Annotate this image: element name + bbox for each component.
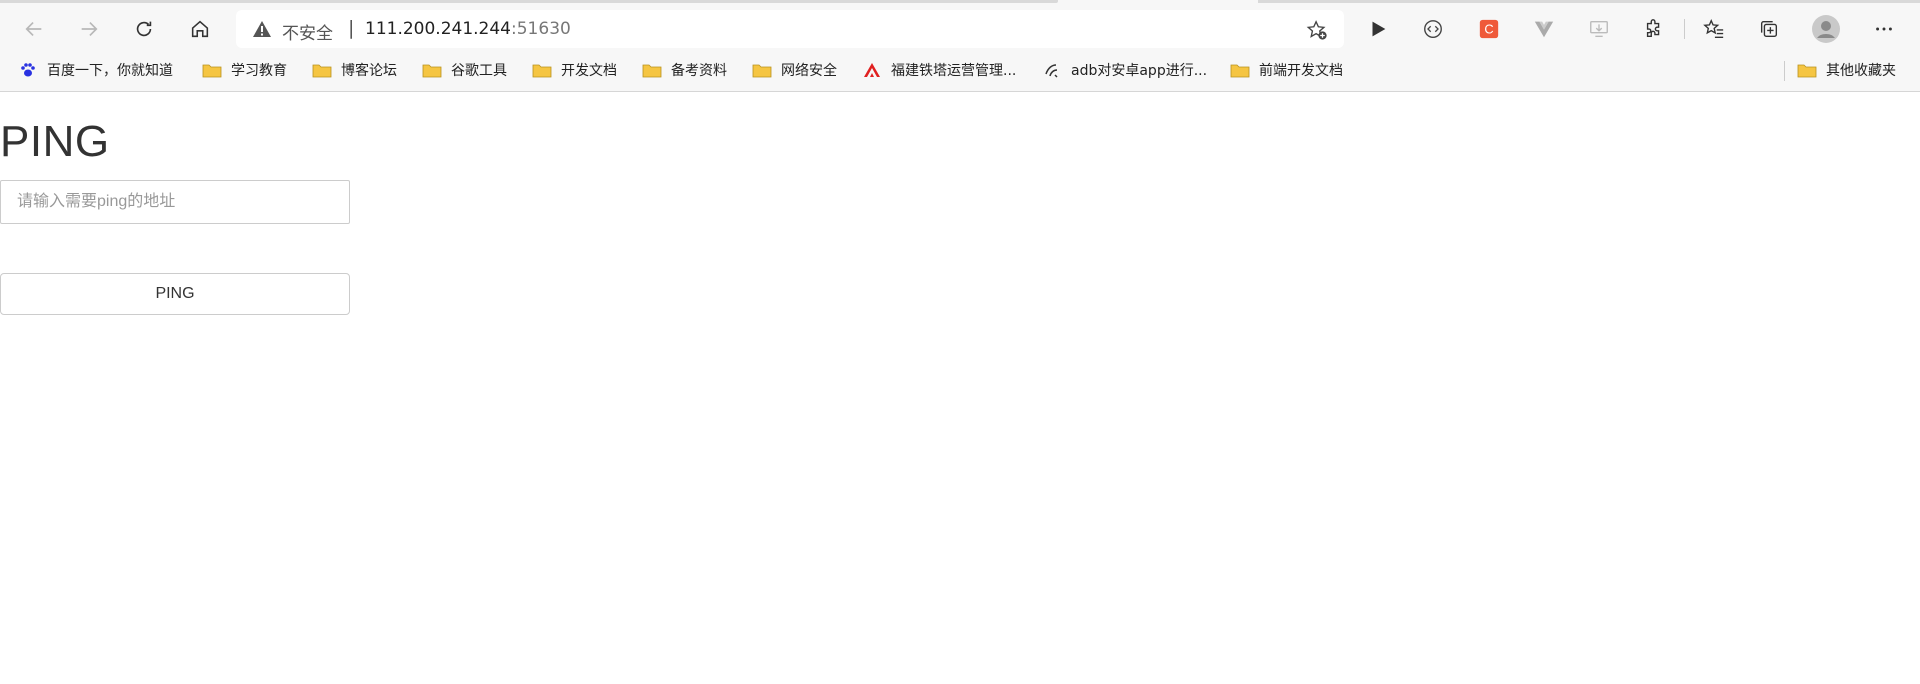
play-extension-button[interactable]	[1360, 11, 1396, 47]
bookmark-folder-google-tools[interactable]: 谷歌工具	[422, 58, 507, 82]
favorites-list-icon	[1703, 19, 1724, 38]
svg-text:C: C	[1484, 22, 1493, 37]
bookmarks-divider	[1784, 61, 1785, 81]
forward-button[interactable]	[71, 11, 107, 47]
code-extension-button[interactable]	[1415, 11, 1451, 47]
baidu-paw-icon	[21, 63, 35, 77]
code-circle-icon	[1424, 20, 1442, 38]
folder-icon	[312, 64, 332, 78]
add-favorite-icon[interactable]	[1306, 19, 1328, 41]
address-port: :51630	[511, 19, 571, 39]
folder-icon	[1230, 64, 1250, 78]
vue-logo-icon	[1534, 21, 1554, 38]
reload-icon	[136, 21, 152, 37]
download-monitor-icon	[1590, 20, 1608, 38]
warning-icon[interactable]	[252, 20, 272, 38]
bookmark-label: 福建铁塔运营管理...	[891, 63, 1017, 79]
bookmark-folder-dev-docs[interactable]: 开发文档	[532, 58, 617, 82]
folder-icon	[642, 64, 662, 78]
play-icon	[1372, 21, 1386, 37]
bookmark-label: 学习教育	[231, 63, 287, 79]
browser-chrome: 不安全 | 111.200.241.244:51630 C 百度一下，你就知道 …	[0, 0, 1920, 92]
extensions-button[interactable]	[1636, 11, 1672, 47]
bookmark-label: 网络安全	[781, 63, 837, 79]
puzzle-icon	[1646, 19, 1660, 38]
folder-icon	[752, 64, 772, 78]
ping-address-input[interactable]	[0, 180, 350, 224]
profile-button[interactable]	[1808, 11, 1844, 47]
home-icon	[191, 20, 209, 38]
folder-icon	[422, 64, 442, 78]
reload-button[interactable]	[126, 11, 162, 47]
folder-icon	[1797, 64, 1817, 78]
bookmark-adb[interactable]: adb对安卓app进行...	[1042, 58, 1207, 82]
collections-button[interactable]	[1751, 11, 1787, 47]
folder-icon	[202, 64, 222, 78]
bookmark-folder-study[interactable]: 学习教育	[202, 58, 287, 82]
address-bar[interactable]: 不安全 | 111.200.241.244:51630	[236, 10, 1344, 48]
favorites-button[interactable]	[1696, 11, 1732, 47]
page-title: PING	[0, 117, 110, 166]
folder-icon	[532, 64, 552, 78]
bookmark-label: 前端开发文档	[1259, 63, 1343, 79]
bookmark-label: adb对安卓app进行...	[1071, 63, 1208, 79]
settings-menu-button[interactable]	[1866, 11, 1902, 47]
bookmark-label: 开发文档	[561, 63, 617, 79]
back-button[interactable]	[16, 11, 52, 47]
more-dots-icon	[1876, 27, 1892, 31]
bookmark-folder-security[interactable]: 网络安全	[752, 58, 837, 82]
tab-inactive-edge[interactable]	[1258, 0, 1920, 3]
bookmark-label: 百度一下，你就知道	[47, 63, 173, 79]
security-status-text[interactable]: 不安全	[282, 19, 333, 44]
toolbar-divider	[1684, 19, 1685, 39]
bookmark-label: 谷歌工具	[451, 63, 507, 79]
bookmark-baidu[interactable]: 百度一下，你就知道	[18, 58, 173, 82]
bookmarks-bar: 百度一下，你就知道 学习教育 博客论坛 谷歌工具 开发文档 备考资料 网络安全	[0, 55, 1920, 85]
c-logo-icon: C	[1479, 19, 1499, 39]
bookmark-folder-exam[interactable]: 备考资料	[642, 58, 727, 82]
bookmark-folder-frontend[interactable]: 前端开发文档	[1230, 58, 1343, 82]
ping-button[interactable]: PING	[0, 273, 350, 315]
tower-logo-icon	[864, 63, 880, 77]
tab-strip	[0, 0, 1920, 5]
forward-arrow-icon	[81, 21, 98, 37]
home-button[interactable]	[182, 11, 218, 47]
bookmark-label: 其他收藏夹	[1826, 63, 1896, 79]
bookmark-label: 备考资料	[671, 63, 727, 79]
page-content: PING PING	[0, 93, 1920, 684]
address-url[interactable]: 111.200.241.244:51630	[365, 19, 571, 39]
bookmark-folder-other[interactable]: 其他收藏夹	[1797, 58, 1896, 82]
back-arrow-icon	[25, 21, 42, 37]
bookmark-label: 博客论坛	[341, 63, 397, 79]
address-host: 111.200.241.244	[365, 19, 512, 39]
site-icon	[1045, 64, 1058, 78]
avatar-icon	[1812, 15, 1840, 43]
browser-toolbar: 不安全 | 111.200.241.244:51630 C	[0, 7, 1920, 49]
tab-active-edge[interactable]	[0, 0, 1058, 3]
address-separator: |	[348, 17, 355, 39]
red-c-extension-button[interactable]: C	[1471, 11, 1507, 47]
vue-devtools-button[interactable]	[1526, 11, 1562, 47]
bookmark-tower[interactable]: 福建铁塔运营管理...	[862, 58, 1016, 82]
download-extension-button[interactable]	[1581, 11, 1617, 47]
collections-icon	[1760, 20, 1778, 38]
bookmark-folder-blog[interactable]: 博客论坛	[312, 58, 397, 82]
